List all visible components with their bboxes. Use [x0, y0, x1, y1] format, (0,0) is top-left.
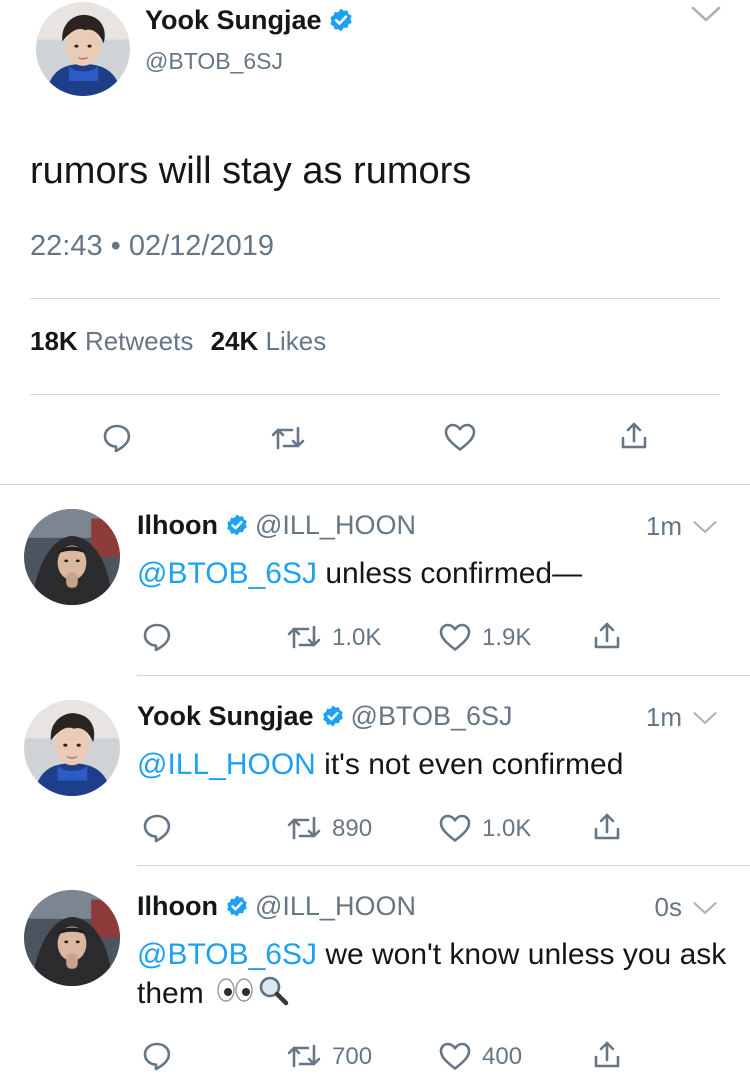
reply-actions: 1.0K 1.9K [0, 619, 750, 659]
likes-label: Likes [265, 326, 327, 356]
like-icon[interactable] [438, 1041, 472, 1071]
reply-header: Yook Sungjae @BTOB_6SJ [137, 701, 513, 732]
verified-badge-icon [225, 894, 249, 918]
reply-text: @BTOB_6SJ unless confirmed— [137, 554, 727, 593]
reply-author-handle[interactable]: @BTOB_6SJ [351, 701, 513, 731]
reply-time: 1m [645, 511, 682, 541]
author-handle[interactable]: @BTOB_6SJ [145, 48, 283, 75]
reply-text-content: it's not even confirmed [315, 748, 624, 781]
retweet-count: 890 [332, 815, 373, 842]
like-icon[interactable] [438, 622, 472, 652]
likes-stat[interactable]: 24K Likes [211, 326, 337, 356]
like-count: 1.9K [482, 624, 532, 651]
likes-count: 24K [210, 326, 259, 356]
share-icon[interactable] [592, 812, 622, 842]
mention-link[interactable]: @BTOB_6SJ [137, 557, 317, 590]
avatar-yook-sungjae[interactable] [24, 700, 120, 796]
divider [30, 394, 720, 395]
reply-author-handle[interactable]: @ILL_HOON [255, 891, 416, 921]
like-icon[interactable] [438, 813, 472, 843]
like-icon[interactable] [443, 422, 477, 452]
mention-link[interactable]: @BTOB_6SJ [137, 938, 317, 971]
reply-time: 0s [654, 892, 682, 922]
like-count: 1.0K [482, 815, 532, 842]
like-count: 400 [482, 1043, 523, 1070]
verified-badge-icon [328, 7, 354, 33]
tweet-timestamp: 22:43 • 02/12/2019 [30, 230, 274, 262]
reply-icon[interactable] [141, 1040, 173, 1072]
share-icon[interactable] [619, 421, 649, 451]
reply-author-name[interactable]: Ilhoon [137, 891, 218, 921]
tweet-stats: 18K Retweets 24K Likes [30, 326, 336, 357]
retweets-label: Retweets [84, 326, 194, 356]
divider [30, 298, 720, 299]
chevron-down-icon[interactable] [692, 899, 718, 917]
reply-icon[interactable] [141, 812, 173, 844]
reply-actions: 700 400 [0, 1038, 750, 1078]
share-icon[interactable] [592, 621, 622, 651]
reply-time: 1m [645, 702, 682, 732]
author-name[interactable]: Yook Sungjae [145, 5, 354, 36]
tweet-text: rumors will stay as rumors [30, 150, 472, 192]
author-name-text[interactable]: Yook Sungjae [145, 5, 322, 35]
retweet-icon[interactable] [286, 814, 322, 842]
chevron-down-icon[interactable] [690, 4, 722, 26]
retweet-count: 1.0K [332, 624, 382, 651]
avatar-ilhoon[interactable] [24, 509, 120, 605]
retweet-icon[interactable] [286, 623, 322, 651]
chevron-down-icon[interactable] [692, 518, 718, 536]
reply-text: @ILL_HOON it's not even confirmed [137, 745, 727, 784]
divider [137, 865, 750, 866]
avatar-yook-sungjae[interactable] [36, 2, 130, 96]
reply-text: @BTOB_6SJ we won't know unless you ask t… [137, 935, 727, 1016]
reply-author-name[interactable]: Ilhoon [137, 510, 218, 540]
eyes-magnifier-emoji [216, 974, 296, 1016]
retweets-count: 18K [30, 326, 78, 356]
retweet-icon[interactable] [270, 424, 306, 452]
share-icon[interactable] [592, 1040, 622, 1070]
reply-author-name[interactable]: Yook Sungjae [137, 701, 314, 731]
reply-text-content: unless confirmed— [316, 557, 583, 590]
reply-header: Ilhoon @ILL_HOON [137, 510, 416, 541]
reply-actions: 890 1.0K [0, 810, 750, 850]
divider [0, 484, 750, 485]
reply-icon[interactable] [101, 422, 133, 454]
verified-badge-icon [321, 704, 345, 728]
divider [137, 675, 750, 676]
mention-link[interactable]: @ILL_HOON [137, 748, 316, 781]
avatar-ilhoon[interactable] [24, 890, 120, 986]
reply-icon[interactable] [141, 621, 173, 653]
retweet-icon[interactable] [286, 1042, 322, 1070]
reply-author-handle[interactable]: @ILL_HOON [255, 510, 416, 540]
retweets-stat[interactable]: 18K Retweets [30, 326, 203, 356]
verified-badge-icon [225, 513, 249, 537]
chevron-down-icon[interactable] [692, 709, 718, 727]
reply-header: Ilhoon @ILL_HOON [137, 891, 416, 922]
retweet-count: 700 [332, 1043, 373, 1070]
